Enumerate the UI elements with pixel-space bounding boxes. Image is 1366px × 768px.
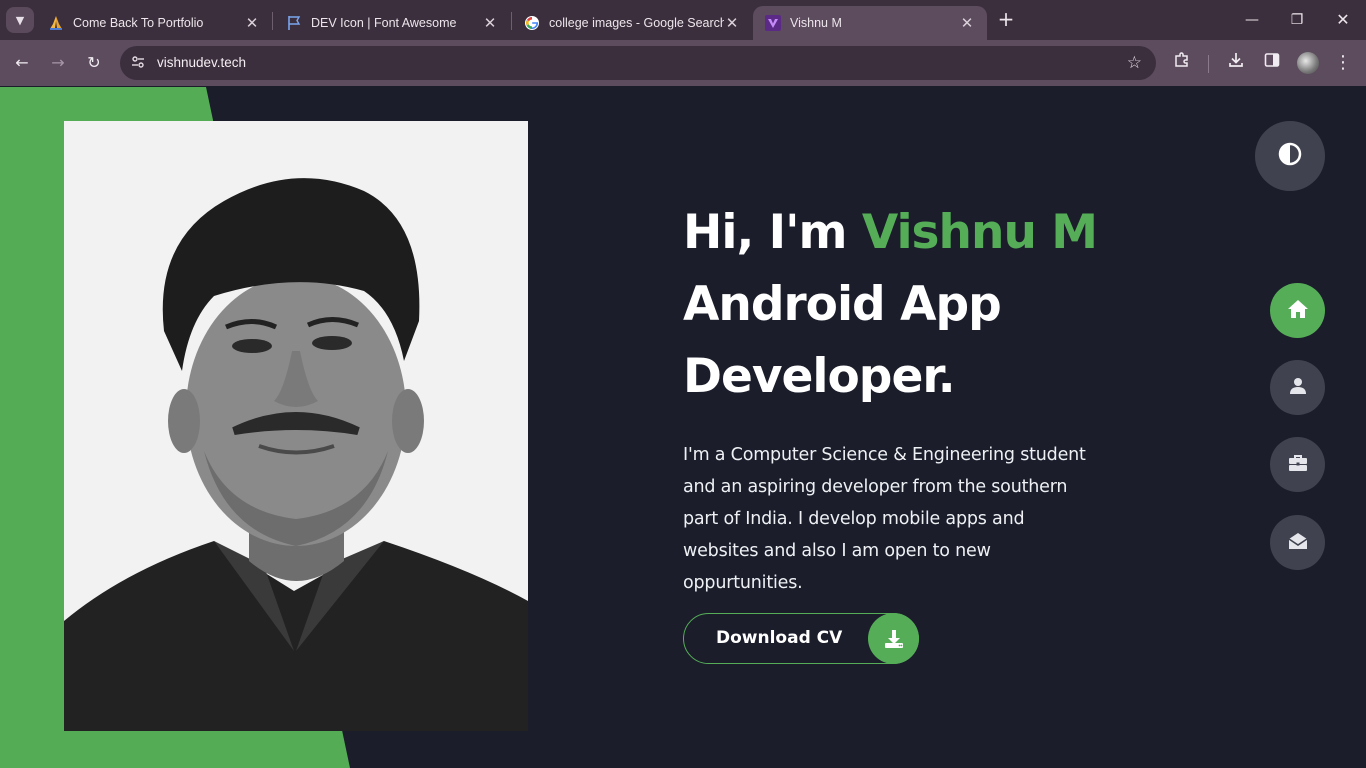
tab-dev-icon-font-awesome[interactable]: DEV Icon | Font Awesome ✕ (274, 6, 510, 40)
tab-come-back-to-portfolio[interactable]: Come Back To Portfolio ✕ (36, 6, 272, 40)
profile-photo (64, 121, 528, 731)
praying-hands-icon (48, 15, 64, 31)
close-icon: ✕ (1336, 10, 1350, 29)
name-text: Vishnu M (861, 205, 1098, 260)
portfolio-page: Hi, I'm Vishnu M Android App Developer. … (0, 87, 1366, 768)
tab-strip: ▼ Come Back To Portfolio ✕ DEV Icon | Fo… (0, 0, 1366, 40)
role-line-1: Android App (683, 277, 1002, 332)
user-icon (1289, 377, 1307, 399)
restore-button[interactable]: ❐ (1285, 8, 1309, 32)
arrow-right-icon: → (51, 53, 65, 72)
arrow-left-icon: ← (15, 53, 29, 72)
minimize-button[interactable]: — (1240, 8, 1264, 32)
forward-button[interactable]: → (46, 51, 70, 75)
tab-title: Come Back To Portfolio (73, 16, 204, 30)
back-button[interactable]: ← (10, 51, 34, 75)
url-text[interactable]: vishnudev.tech (157, 55, 246, 70)
envelope-open-icon (1288, 532, 1308, 554)
side-panel-icon[interactable] (1260, 51, 1284, 75)
close-icon[interactable]: ✕ (244, 14, 260, 32)
download-icon (868, 613, 919, 664)
tab-title: DEV Icon | Font Awesome (311, 16, 457, 30)
briefcase-icon (1288, 454, 1308, 476)
bookmark-star-icon[interactable]: ☆ (1127, 53, 1142, 73)
close-icon[interactable]: ✕ (959, 14, 975, 32)
home-icon (1287, 299, 1309, 323)
nav-home-button[interactable] (1270, 283, 1325, 338)
extensions-icon[interactable] (1170, 51, 1194, 75)
close-icon[interactable]: ✕ (724, 14, 740, 32)
plus-icon: + (997, 7, 1015, 31)
tab-title: college images - Google Search (549, 16, 724, 30)
tab-title: Vishnu M (790, 16, 842, 30)
download-cv-label: Download CV (716, 628, 843, 648)
tab-college-images-google-search[interactable]: college images - Google Search ✕ (512, 6, 752, 40)
close-icon[interactable]: ✕ (482, 14, 498, 32)
restore-icon: ❐ (1290, 12, 1304, 28)
toolbar-divider (1208, 55, 1209, 73)
tab-vishnu-m[interactable]: Vishnu M ✕ (753, 6, 987, 40)
contrast-icon (1278, 142, 1302, 170)
site-settings-icon[interactable] (129, 54, 147, 72)
hero-heading: Hi, I'm Vishnu M Android App Developer. (683, 197, 1103, 413)
nav-portfolio-button[interactable] (1270, 437, 1325, 492)
profile-avatar[interactable] (1297, 52, 1319, 74)
download-cv-button[interactable]: Download CV (683, 613, 919, 664)
role-line-2: Developer. (683, 349, 956, 404)
address-bar[interactable]: vishnudev.tech ☆ (120, 46, 1156, 80)
minimize-icon: — (1245, 12, 1259, 28)
browser-toolbar: ← → ↻ vishnudev.tech ☆ ⋮ (0, 40, 1366, 86)
tab-search-button[interactable]: ▼ (6, 7, 34, 33)
hero-section: Hi, I'm Vishnu M Android App Developer. … (683, 197, 1103, 599)
vite-icon (765, 15, 781, 31)
reload-button[interactable]: ↻ (82, 51, 106, 75)
nav-contact-button[interactable] (1270, 515, 1325, 570)
more-menu-icon[interactable]: ⋮ (1331, 51, 1355, 75)
new-tab-button[interactable]: + (994, 8, 1018, 32)
google-icon (524, 15, 540, 31)
download-icon[interactable] (1224, 51, 1248, 75)
theme-toggle-button[interactable] (1255, 121, 1325, 191)
reload-icon: ↻ (87, 53, 101, 72)
flag-icon (286, 15, 302, 31)
close-window-button[interactable]: ✕ (1331, 8, 1355, 32)
nav-about-button[interactable] (1270, 360, 1325, 415)
bio-text: I'm a Computer Science & Engineering stu… (683, 445, 1086, 593)
tab-divider (272, 12, 273, 30)
chevron-down-icon: ▼ (15, 13, 25, 27)
greeting-text: Hi, I'm (683, 205, 862, 260)
